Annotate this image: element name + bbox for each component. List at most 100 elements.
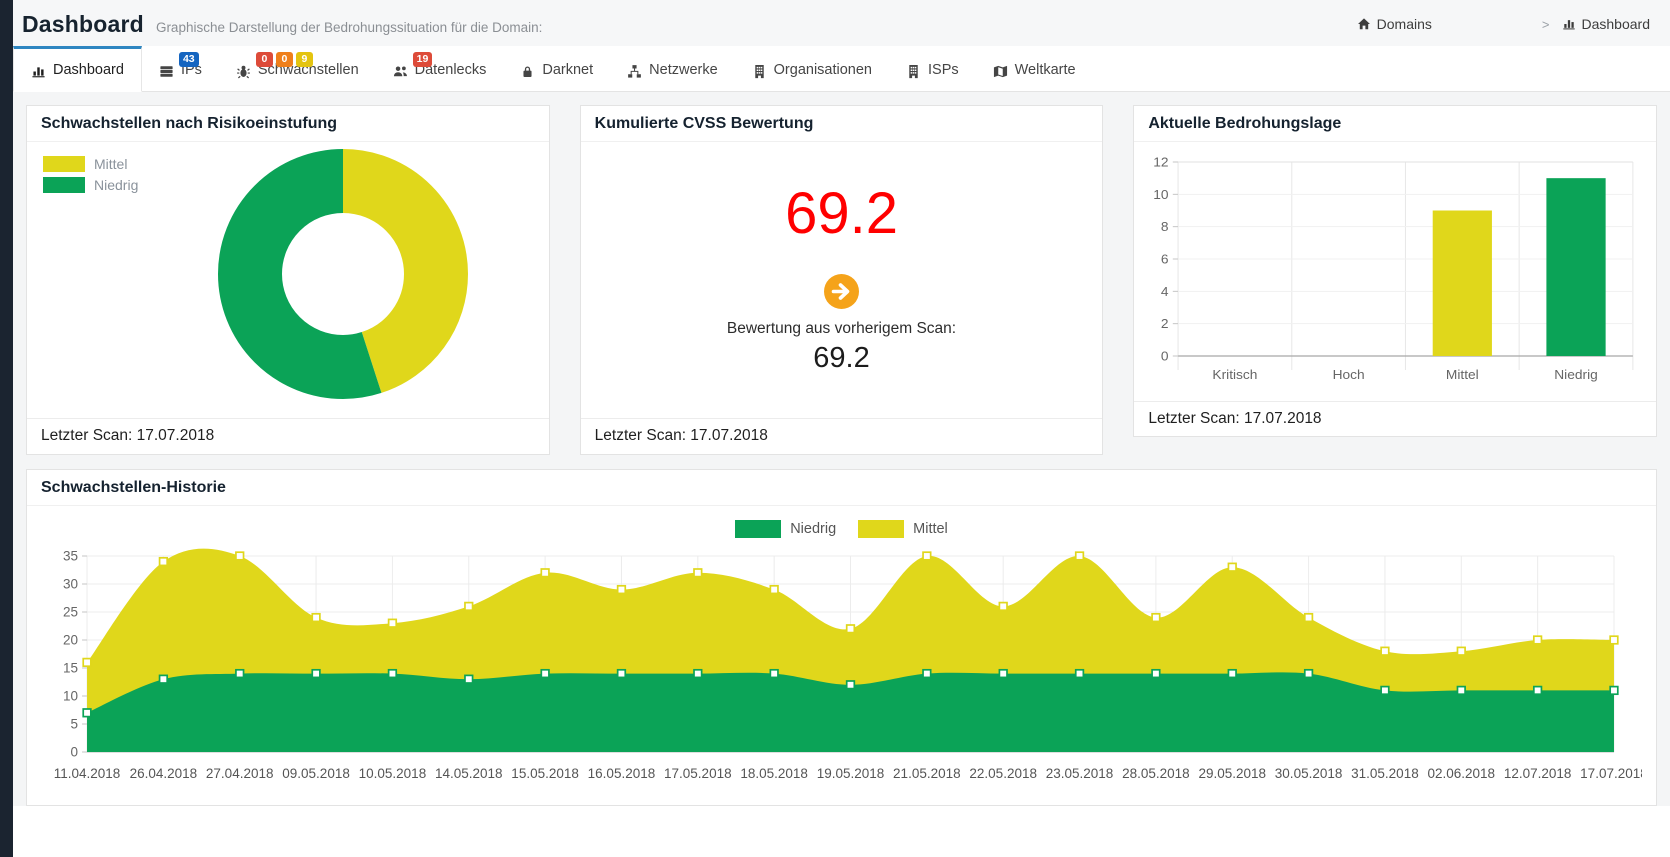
svg-text:23.05.2018: 23.05.2018 (1046, 766, 1114, 781)
svg-text:6: 6 (1161, 252, 1169, 267)
svg-text:26.04.2018: 26.04.2018 (130, 766, 198, 781)
card-title-cvss: Kumulierte CVSS Bewertung (581, 106, 1103, 142)
last-scan-threat: Letzter Scan: 17.07.2018 (1134, 401, 1656, 437)
legend-item-niedrig: Niedrig (735, 520, 836, 538)
svg-text:12.07.2018: 12.07.2018 (1504, 766, 1572, 781)
breadcrumb-separator: > (1542, 17, 1550, 32)
svg-text:29.05.2018: 29.05.2018 (1198, 766, 1266, 781)
lock-icon (520, 64, 535, 79)
legend-color-box (43, 156, 85, 172)
cvss-prev-value: 69.2 (813, 342, 869, 375)
legend-item-mittel: Mittel (43, 156, 138, 172)
network-icon (627, 64, 642, 79)
svg-text:31.05.2018: 31.05.2018 (1351, 766, 1419, 781)
svg-text:15: 15 (63, 661, 78, 676)
tab-schwachstellen[interactable]: Schwachstellen009 (219, 46, 376, 91)
last-scan-cvss: Letzter Scan: 17.07.2018 (581, 418, 1103, 454)
tab-netzwerke[interactable]: Netzwerke (610, 46, 735, 91)
card-title-history: Schwachstellen-Historie (27, 470, 1656, 506)
tab-label: Darknet (542, 62, 593, 78)
legend-item-niedrig: Niedrig (43, 177, 138, 193)
tab-label: ISPs (928, 62, 959, 78)
svg-text:Mittel: Mittel (1446, 367, 1479, 382)
svg-text:Hoch: Hoch (1333, 367, 1365, 382)
tab-darknet[interactable]: Darknet (503, 46, 610, 91)
tab-isps[interactable]: ISPs (889, 46, 976, 91)
legend-color-box (858, 520, 904, 538)
svg-text:0: 0 (1161, 349, 1169, 364)
map-icon (993, 64, 1008, 79)
svg-text:19.05.2018: 19.05.2018 (817, 766, 885, 781)
users-icon (393, 64, 408, 79)
legend-label: Niedrig (94, 177, 138, 193)
page: Dashboard Graphische Darstellung der Bed… (13, 0, 1670, 806)
card-history: Schwachstellen-Historie NiedrigMittel 05… (26, 469, 1657, 806)
tab-datenlecks[interactable]: Datenlecks19 (376, 46, 504, 91)
donut-legend: Mittel Niedrig (43, 156, 138, 193)
tab-badges: 009 (256, 52, 313, 67)
legend-label: Mittel (913, 521, 948, 537)
svg-text:30: 30 (63, 577, 78, 592)
svg-text:18.05.2018: 18.05.2018 (740, 766, 808, 781)
breadcrumb-domains-label: Domains (1377, 16, 1432, 32)
card-title-risk: Schwachstellen nach Risikoeinstufung (27, 106, 549, 142)
legend-label: Niedrig (790, 521, 836, 537)
svg-text:35: 35 (63, 549, 78, 564)
svg-text:22.05.2018: 22.05.2018 (969, 766, 1037, 781)
badge-count: 0 (276, 52, 293, 67)
legend-color-box (735, 520, 781, 538)
badge-count: 9 (296, 52, 313, 67)
svg-text:2: 2 (1161, 317, 1169, 332)
tab-badges: 19 (413, 52, 433, 67)
breadcrumb-dashboard[interactable]: Dashboard (1562, 16, 1651, 32)
svg-text:02.06.2018: 02.06.2018 (1427, 766, 1495, 781)
history-legend: Niedrig Mittel (41, 520, 1642, 538)
svg-text:10.05.2018: 10.05.2018 (359, 766, 427, 781)
cvss-score: 69.2 (785, 185, 898, 243)
tab-badges: 43 (179, 52, 199, 67)
card-cvss: Kumulierte CVSS Bewertung 69.2 Bewertung… (580, 105, 1104, 455)
svg-text:10: 10 (1154, 187, 1169, 202)
threat-bar-chart: 024681012KritischHochMittelNiedrig (1134, 142, 1656, 401)
svg-text:14.05.2018: 14.05.2018 (435, 766, 503, 781)
tab-label: Organisationen (774, 62, 872, 78)
svg-text:21.05.2018: 21.05.2018 (893, 766, 961, 781)
tab-label: Dashboard (53, 62, 124, 78)
tab-dashboard[interactable]: Dashboard (13, 46, 142, 92)
tab-bar: Dashboard IPs43Schwachstellen009Datenleck… (13, 46, 1670, 92)
svg-text:15.05.2018: 15.05.2018 (511, 766, 579, 781)
breadcrumb-domains[interactable]: Domains (1357, 16, 1432, 32)
page-title: Dashboard (22, 11, 144, 38)
cvss-prev-label: Bewertung aus vorherigem Scan: (727, 320, 956, 338)
badge-count: 19 (413, 52, 433, 67)
tab-weltkarte[interactable]: Weltkarte (976, 46, 1093, 91)
legend-label: Mittel (94, 156, 127, 172)
svg-text:20: 20 (63, 633, 78, 648)
tab-label: Weltkarte (1015, 62, 1076, 78)
collapsed-sidebar[interactable] (0, 0, 13, 857)
history-area-chart: 0510152025303511.04.201826.04.201827.04.… (41, 540, 1642, 797)
svg-text:28.05.2018: 28.05.2018 (1122, 766, 1190, 781)
tab-organisationen[interactable]: Organisationen (735, 46, 889, 91)
card-risk-donut: Schwachstellen nach Risikoeinstufung Mit… (26, 105, 550, 455)
badge-count: 43 (179, 52, 199, 67)
building-icon (752, 64, 767, 79)
bar-chart-icon (1562, 17, 1576, 31)
legend-color-box (43, 177, 85, 193)
content: Schwachstellen nach Risikoeinstufung Mit… (13, 92, 1670, 806)
server-icon (159, 64, 174, 79)
svg-text:10: 10 (63, 689, 78, 704)
svg-text:16.05.2018: 16.05.2018 (588, 766, 656, 781)
page-subtitle: Graphische Darstellung der Bedrohungssit… (156, 20, 542, 35)
building-icon (906, 64, 921, 79)
tab-ips[interactable]: IPs43 (142, 46, 219, 91)
last-scan-risk: Letzter Scan: 17.07.2018 (27, 418, 549, 454)
svg-text:30.05.2018: 30.05.2018 (1275, 766, 1343, 781)
svg-text:09.05.2018: 09.05.2018 (282, 766, 350, 781)
arrow-right-circle-icon (823, 273, 860, 310)
svg-text:0: 0 (71, 745, 79, 760)
svg-text:17.07.2018: 17.07.2018 (1580, 766, 1642, 781)
card-threat-bar: Aktuelle Bedrohungslage 024681012Kritisc… (1133, 105, 1657, 437)
bar-chart-icon (31, 64, 46, 79)
svg-text:4: 4 (1161, 284, 1169, 299)
